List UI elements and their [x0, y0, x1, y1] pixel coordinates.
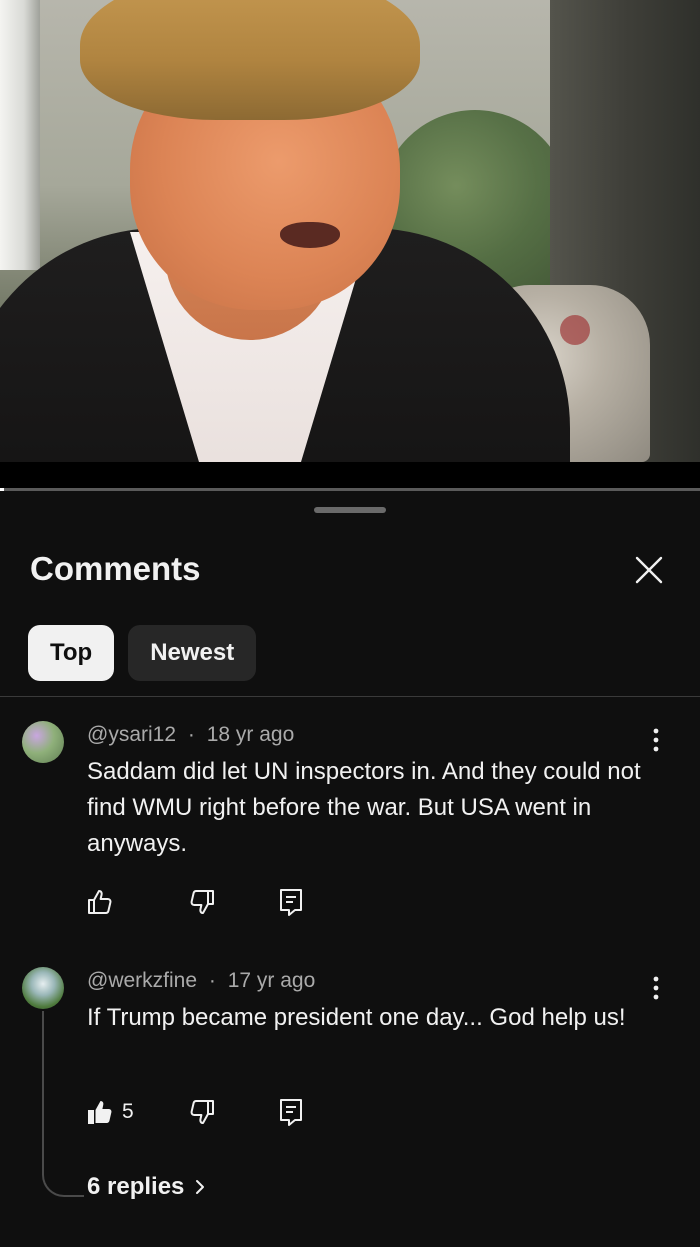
like-count: 5: [122, 1100, 134, 1123]
tab-top[interactable]: Top: [28, 625, 115, 681]
reply-comment-icon: [280, 1099, 302, 1126]
thread-line: [42, 1011, 84, 1197]
meta-separator: ·: [187, 723, 195, 746]
meta-separator: ·: [208, 969, 216, 992]
panel-title: Comments: [30, 550, 201, 587]
reply-button[interactable]: [278, 1095, 304, 1129]
comment-author[interactable]: @werkzfine: [87, 969, 197, 992]
tab-newest[interactable]: Newest: [128, 625, 257, 681]
avatar[interactable]: [22, 967, 64, 1009]
sort-tabs: Top Newest: [28, 625, 257, 681]
close-button[interactable]: [628, 549, 670, 591]
video-background-window: [0, 0, 40, 270]
thumbs-down-icon: [190, 1100, 214, 1124]
close-icon: [635, 556, 663, 584]
comment-text: Saddam did let UN inspectors in. And the…: [87, 758, 641, 857]
divider: [0, 696, 700, 697]
comment-meta: @werkzfine · 17 yr ago: [87, 967, 315, 995]
more-vertical-icon: [653, 728, 659, 752]
like-button[interactable]: [86, 885, 114, 919]
reply-button[interactable]: [278, 885, 304, 919]
video-letterbox: [0, 462, 700, 488]
comment-meta: @ysari12 · 18 yr ago: [87, 721, 294, 749]
view-replies-button[interactable]: 6 replies: [87, 1173, 206, 1201]
like-button[interactable]: 5: [86, 1095, 134, 1129]
comment-text: If Trump became president one day... God…: [87, 1004, 626, 1031]
thumbs-up-icon: [88, 890, 112, 914]
reply-comment-icon: [280, 889, 302, 916]
more-vertical-icon: [653, 976, 659, 1000]
replies-label: 6 replies: [87, 1173, 185, 1200]
avatar[interactable]: [22, 721, 64, 763]
drag-handle[interactable]: [314, 507, 386, 513]
more-options-button[interactable]: [644, 723, 668, 757]
thumbs-up-filled-icon: [88, 1101, 112, 1124]
thumbs-down-icon: [190, 890, 214, 914]
comment-age: 17 yr ago: [227, 969, 316, 992]
comment-author[interactable]: @ysari12: [87, 723, 176, 746]
video-person-hair: [80, 0, 420, 120]
video-player[interactable]: [0, 0, 700, 462]
dislike-button[interactable]: [188, 885, 216, 919]
video-person-mouth: [280, 222, 340, 248]
dislike-button[interactable]: [188, 1095, 216, 1129]
comments-sheet: Comments Top Newest @ysari12 · 18 yr ago…: [0, 491, 700, 1247]
comment-age: 18 yr ago: [206, 723, 295, 746]
chevron-right-icon: [196, 1180, 205, 1194]
